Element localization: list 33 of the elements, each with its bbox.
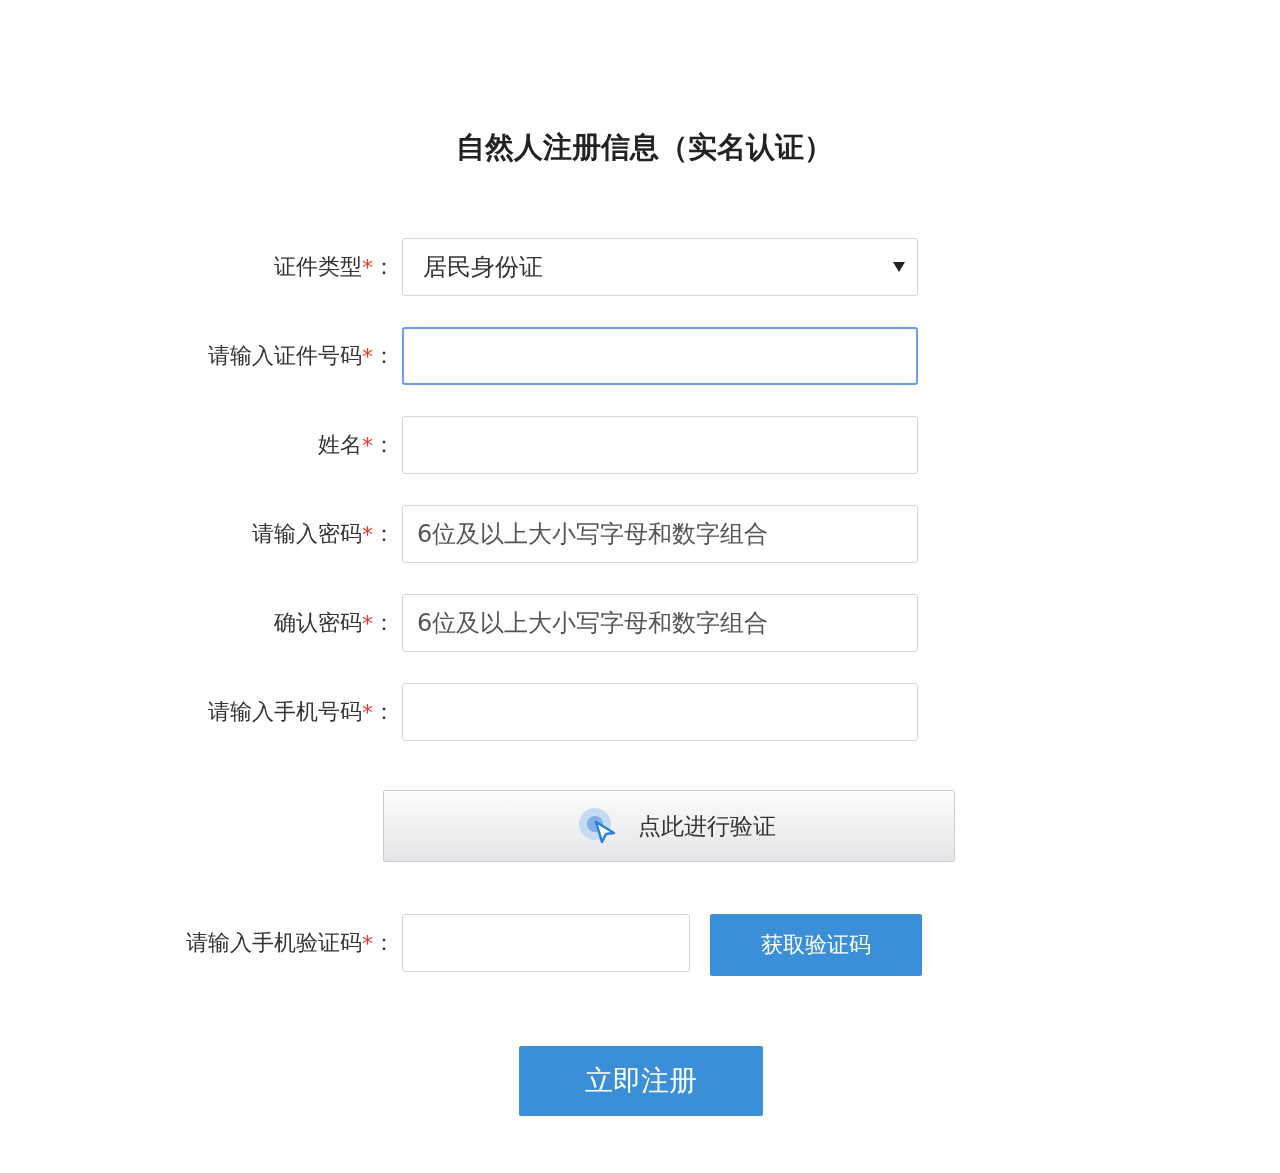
label-colon: ：	[373, 609, 395, 637]
required-mark: *	[362, 699, 373, 725]
cursor-icon	[578, 807, 616, 845]
required-mark: *	[362, 521, 373, 547]
field-label: 请输入密码	[252, 520, 362, 548]
label-colon: ：	[373, 929, 395, 957]
field-label: 姓名	[318, 431, 362, 459]
caret-icon	[893, 262, 905, 272]
label-colon: ：	[373, 253, 395, 281]
id-type-select[interactable]: 居民身份证	[402, 238, 918, 296]
input-field[interactable]	[402, 327, 918, 385]
input-field[interactable]: 6位及以上大小写字母和数字组合	[402, 594, 918, 652]
field-label: 请输入手机验证码	[186, 929, 362, 957]
label-colon: ：	[373, 698, 395, 726]
required-mark: *	[362, 254, 373, 280]
label-colon: ：	[373, 342, 395, 370]
input-field[interactable]	[402, 416, 918, 474]
field-label: 证件类型	[274, 253, 362, 281]
page-title: 自然人注册信息（实名认证）	[455, 129, 833, 166]
verify-button[interactable]: 点此进行验证	[383, 790, 955, 862]
required-mark: *	[362, 432, 373, 458]
input-field[interactable]: 6位及以上大小写字母和数字组合	[402, 505, 918, 563]
input-field[interactable]	[402, 914, 690, 972]
field-label: 请输入证件号码	[208, 342, 362, 370]
label-colon: ：	[373, 520, 395, 548]
input-field[interactable]	[402, 683, 918, 741]
label-colon: ：	[373, 431, 395, 459]
required-mark: *	[362, 610, 373, 636]
required-mark: *	[362, 930, 373, 956]
required-mark: *	[362, 343, 373, 369]
select-value: 居民身份证	[423, 252, 543, 283]
field-label: 确认密码	[274, 609, 362, 637]
field-label: 请输入手机号码	[208, 698, 362, 726]
